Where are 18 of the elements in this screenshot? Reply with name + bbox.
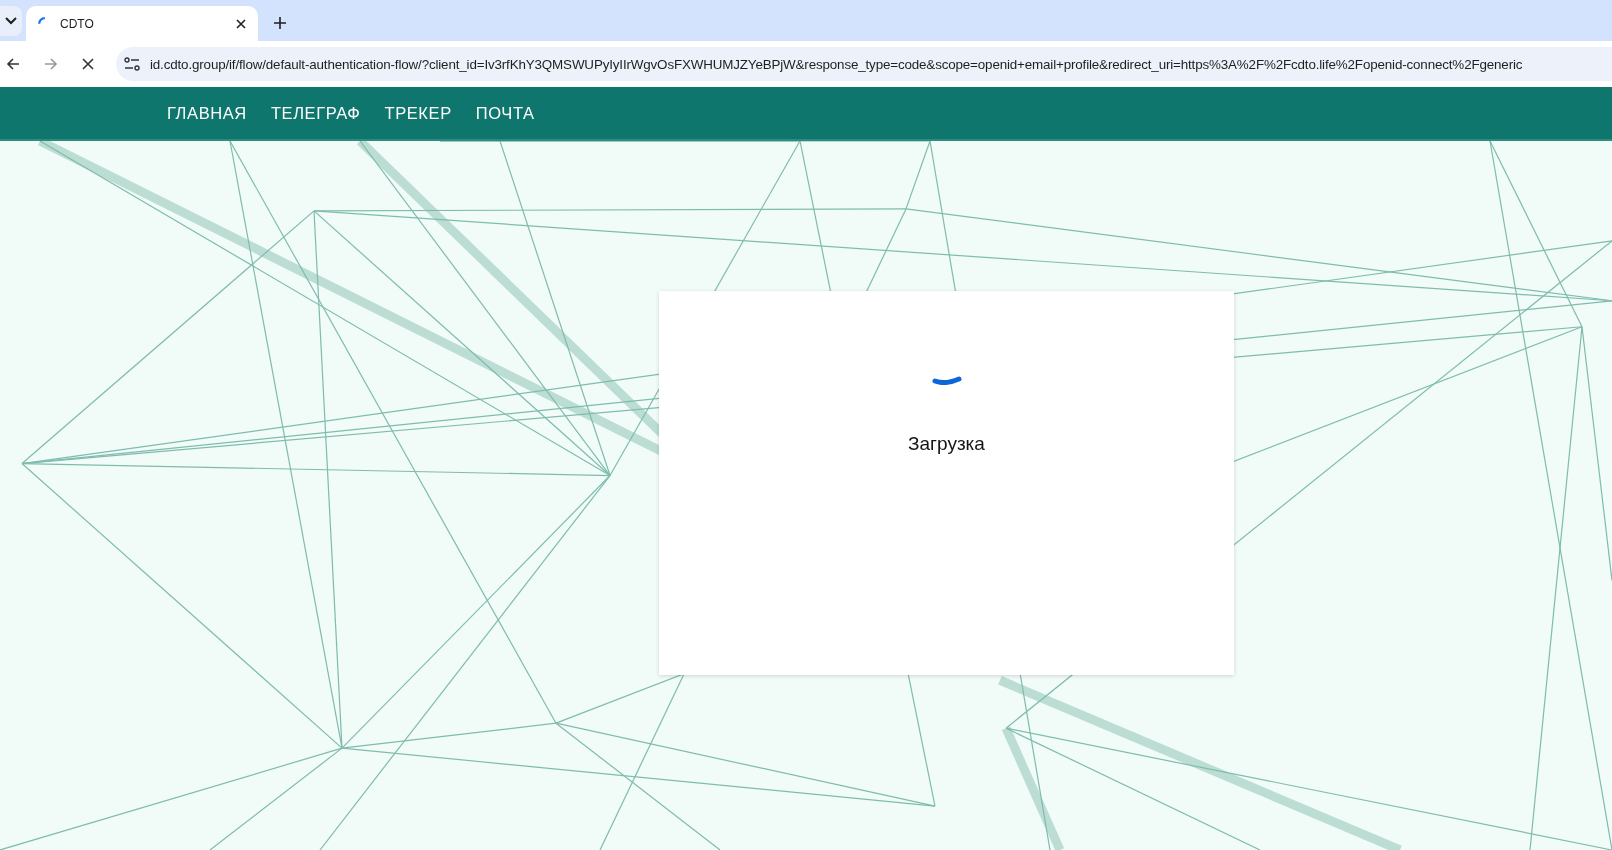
site-settings-icon xyxy=(124,57,140,71)
loading-message: Загрузка xyxy=(908,433,985,455)
nav-link[interactable]: ТЕЛЕГРАФ xyxy=(270,103,361,123)
nav-link[interactable]: ТРЕКЕР xyxy=(384,103,452,123)
chevron-down-icon xyxy=(5,17,17,25)
close-icon[interactable] xyxy=(236,18,246,29)
tab-title: CDTO xyxy=(60,16,95,31)
nav-link[interactable]: ГЛАВНАЯ xyxy=(167,103,247,123)
new-tab-icon[interactable] xyxy=(274,17,286,29)
stop-icon[interactable] xyxy=(82,58,94,70)
back-icon[interactable] xyxy=(6,57,20,71)
loading-spinner-icon xyxy=(38,16,46,25)
browser-tab[interactable]: CDTO xyxy=(26,6,258,41)
forward-icon[interactable] xyxy=(44,57,58,71)
address-field[interactable]: id.cdto.group/if/flow/default-authentication-flow/?client_id=Iv3rfKhY3QMSWUPyIyIIrWgvOsFXWHUMJZYeBPjW&response_type=code&scope=openid+email+profile&redirect_uri=https%3A%2F%2Fcdto.life%2Fopenid-connect%2Fgeneric xyxy=(116,47,1612,81)
loading-spinner-icon xyxy=(931,373,962,385)
tab-list-button[interactable] xyxy=(0,6,22,36)
nav-link[interactable]: ПОЧТА xyxy=(475,103,535,123)
